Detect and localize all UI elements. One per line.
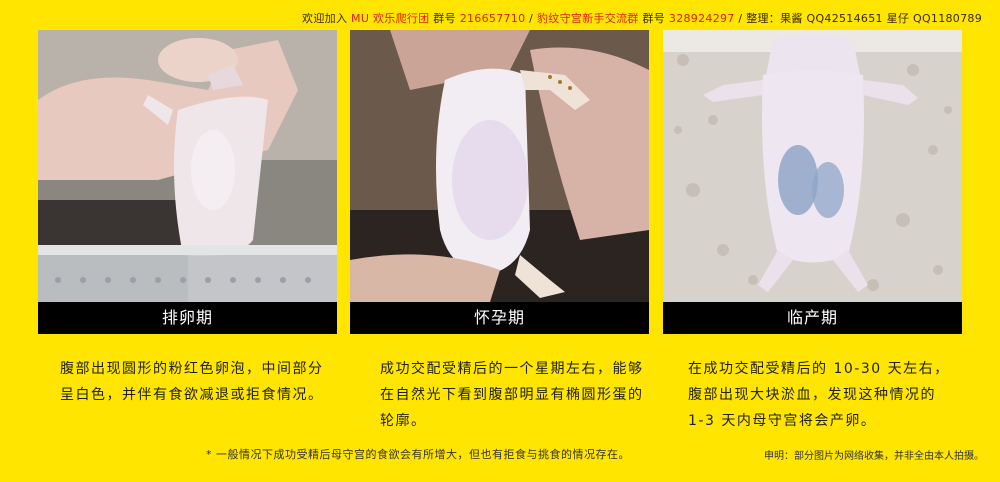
caption-pregnancy: 怀孕期: [350, 302, 649, 334]
club-name: MU 欢乐爬行团: [351, 12, 430, 25]
header-text-5: / 整理：果酱 QQ42514651 星仔 QQ1180789: [734, 12, 982, 25]
photo-ovulation: [38, 30, 337, 302]
panel-pregnancy: 怀孕期: [350, 30, 649, 334]
header-text-3: /: [525, 12, 537, 25]
disclaimer: 申明：部分图片为网络收集，并非全由本人拍摄。: [764, 451, 984, 462]
header-text-4: 群号: [638, 12, 669, 25]
group-number-2: 328924297: [668, 12, 735, 25]
caption-prelaying: 临产期: [663, 302, 962, 334]
desc-ovulation: 腹部出现圆形的粉红色卵泡，中间部分呈白色，并伴有食欲减退或拒食情况。: [60, 361, 324, 403]
panel-ovulation: 排卵期: [38, 30, 337, 334]
header-text-1: 欢迎加入: [302, 12, 352, 25]
photo-prelaying: [663, 30, 962, 302]
caption-ovulation: 排卵期: [38, 302, 337, 334]
footnote: * 一般情况下成功受精后母守宫的食欲会有所增大，但也有拒食与挑食的情况存在。: [206, 448, 630, 461]
group-number-1: 216657710: [459, 12, 526, 25]
photo-pregnancy: [350, 30, 649, 302]
header-credits: 欢迎加入 MU 欢乐爬行团 群号 216657710 / 豹纹守宫新手交流群 群…: [302, 10, 982, 26]
header-text-2: 群号: [429, 12, 460, 25]
desc-pregnancy: 成功交配受精后的一个星期左右，能够在自然光下看到腹部明显有椭圆形蛋的轮廓。: [380, 361, 644, 429]
desc-prelaying: 在成功交配受精后的 10-30 天左右，腹部出现大块淤血，发现这种情况的 1-3…: [688, 361, 950, 429]
group-name-2: 豹纹守宫新手交流群: [537, 12, 639, 25]
panel-prelaying: 临产期: [663, 30, 962, 334]
